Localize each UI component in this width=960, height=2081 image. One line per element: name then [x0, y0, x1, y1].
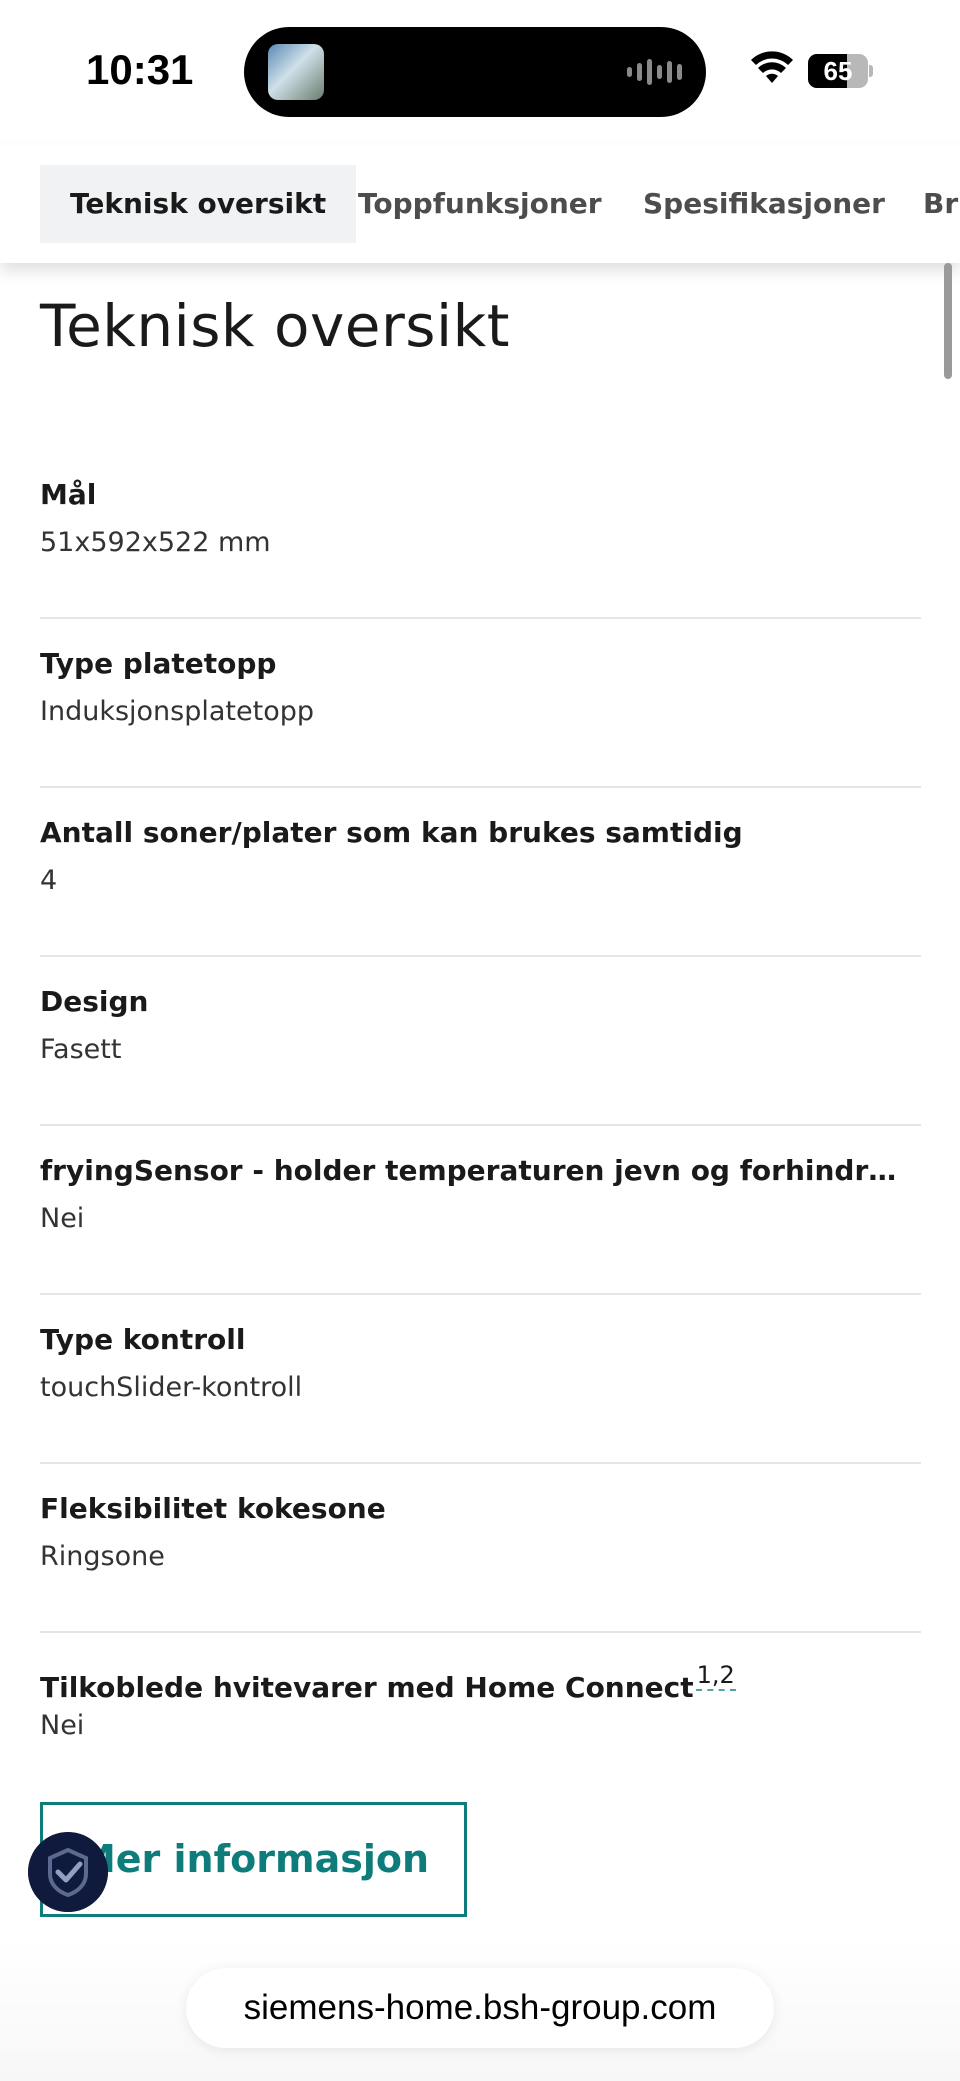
- scrollbar[interactable]: [944, 263, 952, 379]
- address-bar[interactable]: siemens-home.bsh-group.com: [186, 1968, 774, 2048]
- spec-item: Fleksibilitet kokesone Ringsone: [40, 1464, 921, 1633]
- audio-waveform-icon: [627, 59, 682, 85]
- spec-value: Induksjonsplatetopp: [40, 696, 314, 727]
- trust-badge-icon[interactable]: [28, 1832, 108, 1912]
- spec-value: touchSlider-kontroll: [40, 1372, 303, 1403]
- spec-label: Type kontroll: [40, 1323, 246, 1356]
- spec-item: Design Fasett: [40, 957, 921, 1126]
- spec-label: Design: [40, 985, 149, 1018]
- spec-label: fryingSensor - holder temperaturen jevn …: [40, 1154, 902, 1187]
- spec-item: Tilkoblede hvitevarer med Home Connect 1,…: [40, 1633, 921, 1802]
- spec-label: Tilkoblede hvitevarer med Home Connect: [40, 1671, 694, 1704]
- spec-item: Type platetopp Induksjonsplatetopp: [40, 619, 921, 788]
- battery-level: 65: [823, 56, 853, 86]
- tab-toppfunksjoner[interactable]: Toppfunksjoner: [328, 165, 632, 243]
- spec-value: Nei: [40, 1203, 85, 1234]
- spec-item: Type kontroll touchSlider-kontroll: [40, 1295, 921, 1464]
- tab-spesifikasjoner[interactable]: Spesifikasjoner: [613, 165, 915, 243]
- tab-bruksanvisning[interactable]: Bru: [893, 165, 960, 243]
- clock: 10:31: [86, 46, 194, 93]
- page-title: Teknisk oversikt: [40, 292, 510, 360]
- spec-label: Antall soner/plater som kan brukes samti…: [40, 816, 743, 849]
- dynamic-island[interactable]: [244, 27, 706, 117]
- spec-value: 4: [40, 865, 58, 896]
- tab-teknisk-oversikt[interactable]: Teknisk oversikt: [40, 165, 357, 243]
- spec-label: Type platetopp: [40, 647, 277, 680]
- spec-label: Fleksibilitet kokesone: [40, 1492, 386, 1525]
- footnote-link[interactable]: 1,2: [695, 1661, 736, 1691]
- spec-value: 51x592x522 mm: [40, 527, 271, 558]
- spec-item: Mål 51x592x522 mm: [40, 450, 921, 619]
- wifi-icon: [751, 51, 793, 83]
- spec-item: fryingSensor - holder temperaturen jevn …: [40, 1126, 921, 1295]
- battery-icon: 65: [808, 54, 873, 88]
- spec-label: Mål: [40, 478, 97, 511]
- status-bar: 10:31 65: [0, 0, 960, 145]
- spec-label-row: Tilkoblede hvitevarer med Home Connect 1,…: [40, 1661, 921, 1704]
- now-playing-artwork: [268, 44, 324, 100]
- spec-value: Fasett: [40, 1034, 122, 1065]
- spec-item: Antall soner/plater som kan brukes samti…: [40, 788, 921, 957]
- spec-value: Ringsone: [40, 1541, 165, 1572]
- spec-value: Nei: [40, 1710, 85, 1741]
- section-tabs: Teknisk oversikt Toppfunksjoner Spesifik…: [0, 145, 960, 263]
- spec-list: Mål 51x592x522 mm Type platetopp Induksj…: [40, 450, 921, 1802]
